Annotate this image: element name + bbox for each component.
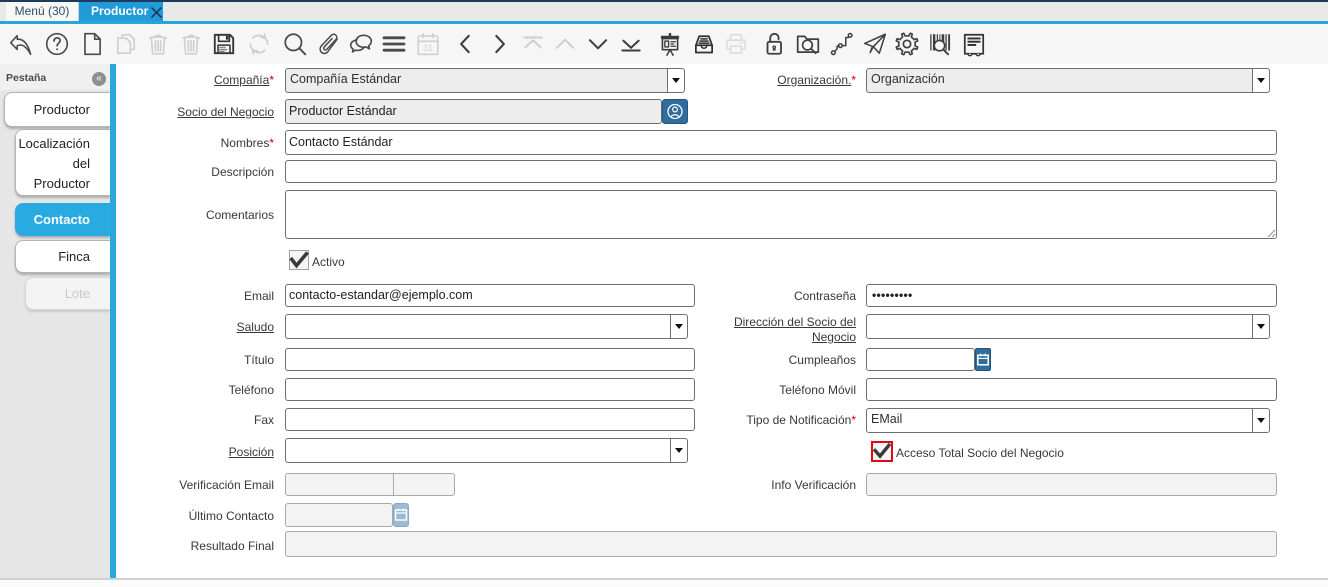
svg-text:31: 31 — [423, 43, 433, 53]
